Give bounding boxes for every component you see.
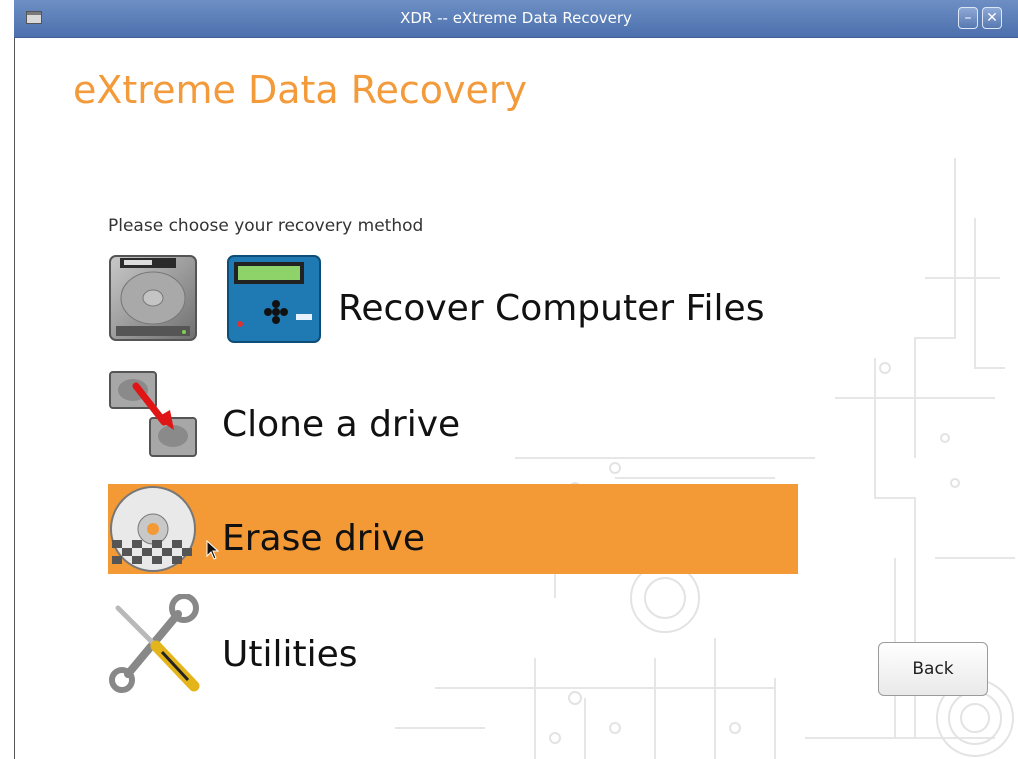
menu-item-label: Recover Computer Files: [338, 288, 765, 329]
recovery-device-icon: [227, 255, 321, 343]
app-title: eXtreme Data Recovery: [73, 68, 527, 112]
back-button[interactable]: Back: [878, 642, 988, 696]
close-button[interactable]: ✕: [982, 7, 1002, 29]
menu-item-label: Erase drive: [222, 518, 426, 559]
menu-item-label: Clone a drive: [222, 404, 461, 445]
erase-disc-icon: [110, 486, 196, 572]
menu-item-recover-computer-files[interactable]: Recover Computer Files: [108, 250, 798, 350]
window-title: XDR -- eXtreme Data Recovery: [400, 9, 632, 27]
menu-item-erase-drive[interactable]: Erase drive: [108, 484, 798, 574]
hard-drive-icon: [109, 255, 197, 341]
menu-item-utilities[interactable]: Utilities: [108, 594, 798, 694]
menu-item-clone-drive[interactable]: Clone a drive: [108, 368, 798, 460]
tools-icon: [109, 594, 200, 693]
minimize-button[interactable]: –: [958, 7, 978, 29]
mouse-cursor-icon: [206, 540, 220, 560]
recovery-method-prompt: Please choose your recovery method: [108, 216, 424, 236]
window-title-bar[interactable]: XDR -- eXtreme Data Recovery – ✕: [14, 0, 1018, 38]
menu-item-label: Utilities: [222, 634, 358, 675]
clone-drive-icon: [109, 371, 197, 457]
main-content: eXtreme Data Recovery Please choose your…: [14, 38, 1018, 759]
